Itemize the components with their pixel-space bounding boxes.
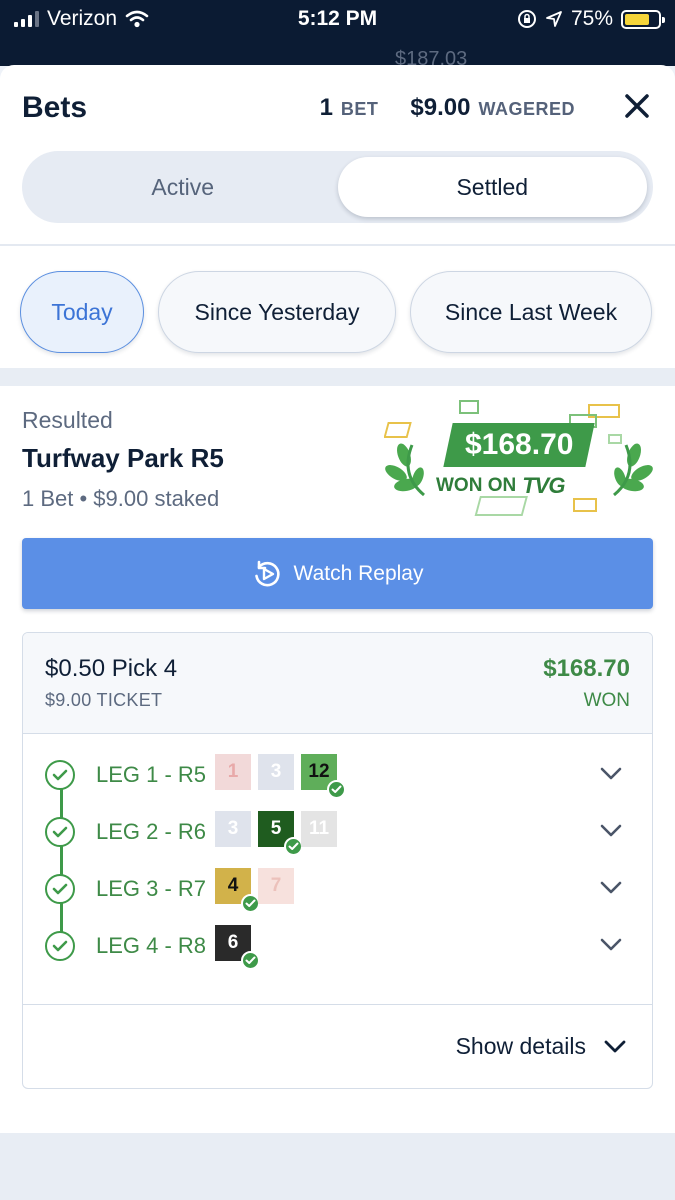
runner-number: 11 <box>301 811 337 847</box>
show-details-button[interactable]: Show details <box>456 1033 626 1060</box>
runner-number-label: 3 <box>227 818 239 839</box>
won-on-text: WON ON <box>436 475 517 496</box>
bottom-spacer <box>0 1133 675 1200</box>
win-amount: $168.70 <box>443 423 595 467</box>
bet-count: 1 <box>319 94 333 121</box>
win-badge: $168.70 WON ON TVG <box>384 395 654 525</box>
chevron-down-icon[interactable] <box>600 766 622 782</box>
show-details-label: Show details <box>455 1033 586 1059</box>
watch-replay-label: Watch Replay <box>293 561 424 585</box>
close-icon[interactable] <box>623 92 651 120</box>
race-meta: 1 Bet • $9.00 staked <box>22 486 220 511</box>
leg-label: LEG 3 - R7 <box>96 876 207 901</box>
bets-sheet: Bets 1 BET $9.00 WAGERED Active Settled … <box>0 65 675 1200</box>
legs-list: LEG 1 - R5 1 3 12 LEG 2 - R6 3 5 11 LEG 3 - R7 4 7… <box>23 734 652 1004</box>
runner-number: 3 <box>258 754 294 790</box>
page-title: Bets <box>22 91 88 124</box>
runner-number: 3 <box>215 811 251 847</box>
leg-row[interactable]: LEG 4 - R8 6 <box>23 925 652 970</box>
runner-number: 1 <box>215 754 251 790</box>
leg-row[interactable]: LEG 1 - R5 1 3 12 <box>23 754 652 799</box>
status-bar: Verizon 5:12 PM 75% $187.03 <box>0 0 675 70</box>
divider <box>0 244 675 246</box>
header-stats: 1 BET $9.00 WAGERED <box>320 94 575 122</box>
show-details-row: Show details <box>23 1004 652 1088</box>
filter-since-last-week[interactable]: Since Last Week <box>410 271 652 353</box>
battery-percent: 75% <box>570 7 613 30</box>
rotation-lock-icon <box>517 10 536 28</box>
runner-number-winner: 4 <box>215 868 260 913</box>
runner-number-label: 7 <box>270 875 282 896</box>
wagered-label: WAGERED <box>478 99 575 119</box>
runner-number-label: 4 <box>227 875 239 896</box>
race-name: Turfway Park R5 <box>22 443 224 473</box>
sheet-header: Bets 1 BET $9.00 WAGERED <box>0 65 675 151</box>
winner-check-icon <box>241 951 260 970</box>
chevron-down-icon[interactable] <box>600 823 622 839</box>
runner-number-label: 11 <box>308 818 330 839</box>
won-on-label: WON ON TVG <box>436 473 565 499</box>
race-summary: Resulted Turfway Park R5 1 Bet • $9.00 s… <box>22 407 224 512</box>
replay-icon <box>254 560 280 586</box>
status-right: 75% <box>517 7 665 31</box>
bets-tab-switcher: Active Settled <box>22 151 653 223</box>
chevron-down-icon <box>604 1040 626 1052</box>
tvg-logo: TVG <box>522 473 565 498</box>
bet-count-label: BET <box>340 99 379 119</box>
leg-label: LEG 2 - R6 <box>96 819 207 844</box>
runner-list: 6 <box>215 925 260 970</box>
leg-row[interactable]: LEG 2 - R6 3 5 11 <box>23 811 652 856</box>
runner-number-winner: 6 <box>215 925 260 970</box>
filter-since-yesterday[interactable]: Since Yesterday <box>158 271 396 353</box>
runner-number-winner: 5 <box>258 811 303 856</box>
winner-check-icon <box>327 780 346 799</box>
runner-list: 47 <box>215 868 294 913</box>
date-filters: Today Since Yesterday Since Last Week <box>20 271 652 353</box>
check-circle-icon <box>45 931 75 961</box>
check-circle-icon <box>45 817 75 847</box>
payout-amount: $168.70 <box>543 655 630 682</box>
leg-connector <box>60 774 63 946</box>
leg-row[interactable]: LEG 3 - R7 4 7 <box>23 868 652 913</box>
check-circle-icon <box>45 760 75 790</box>
runner-number: 7 <box>258 868 294 904</box>
ticket-cost: $9.00 TICKET <box>45 690 163 710</box>
location-icon <box>546 11 562 27</box>
laurel-left-icon <box>385 443 425 497</box>
watch-replay-button[interactable]: Watch Replay <box>22 538 653 609</box>
runner-number-label: 5 <box>270 818 282 839</box>
runner-number-label: 12 <box>308 761 330 782</box>
runner-number-label: 1 <box>227 761 239 782</box>
payout-status: WON <box>583 690 630 711</box>
runner-list: 3 5 11 <box>215 811 337 856</box>
filter-today[interactable]: Today <box>20 271 144 353</box>
chevron-down-icon[interactable] <box>600 880 622 896</box>
chevron-down-icon[interactable] <box>600 937 622 953</box>
race-status: Resulted <box>22 407 113 433</box>
runner-list: 1 3 12 <box>215 754 346 799</box>
bet-ticket: $0.50 Pick 4 $9.00 TICKET $168.70 WON LE… <box>22 632 653 1089</box>
tab-active[interactable]: Active <box>28 157 338 217</box>
leg-label: LEG 1 - R5 <box>96 762 207 787</box>
laurel-right-icon <box>613 443 653 497</box>
runner-number-label: 6 <box>227 932 239 953</box>
bet-type: $0.50 Pick 4 <box>45 655 178 682</box>
tab-settled[interactable]: Settled <box>337 157 647 217</box>
check-circle-icon <box>45 874 75 904</box>
wagered-amount: $9.00 <box>410 94 471 121</box>
leg-label: LEG 4 - R8 <box>96 933 207 958</box>
ticket-header: $0.50 Pick 4 $9.00 TICKET $168.70 WON <box>23 633 652 734</box>
battery-icon <box>621 9 665 29</box>
section-separator <box>0 368 675 386</box>
runner-number-label: 3 <box>270 761 282 782</box>
runner-number-winner: 12 <box>301 754 346 799</box>
